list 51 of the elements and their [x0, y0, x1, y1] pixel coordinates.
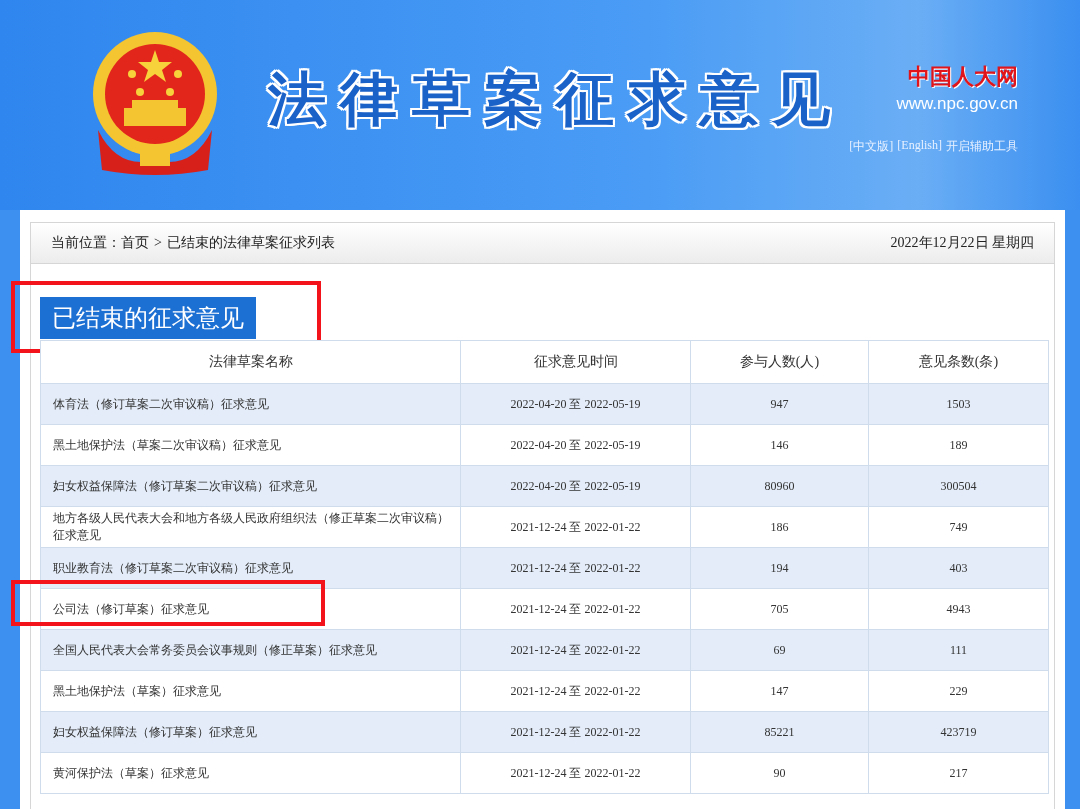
period-cell: 2021-12-24 至 2022-01-22 [460, 588, 691, 630]
period-cell: 2022-04-20 至 2022-05-19 [460, 424, 691, 466]
site-url: www.npc.gov.cn [896, 94, 1018, 114]
column-header: 法律草案名称 [40, 340, 461, 384]
column-header: 征求意见时间 [460, 340, 691, 384]
participants-cell: 147 [690, 670, 869, 712]
law-draft-link[interactable]: 黄河保护法（草案）征求意见 [40, 752, 461, 794]
column-header: 参与人数(人) [690, 340, 869, 384]
page-title: 法律草案征求意见 [268, 64, 844, 135]
comments-cell: 1503 [868, 383, 1049, 425]
participants-cell: 85221 [690, 711, 869, 753]
breadcrumb-link[interactable]: 已结束的法律草案征求列表 [166, 234, 335, 252]
period-cell: 2021-12-24 至 2022-01-22 [460, 629, 691, 671]
period-cell: 2021-12-24 至 2022-01-22 [460, 752, 691, 794]
law-draft-link[interactable]: 黑土地保护法（草案二次审议稿）征求意见 [40, 424, 461, 466]
comments-cell: 4943 [868, 588, 1049, 630]
law-draft-link[interactable]: 体育法（修订草案二次审议稿）征求意见 [40, 383, 461, 425]
comments-cell: 423719 [868, 711, 1049, 753]
comments-cell: 217 [868, 752, 1049, 794]
comments-cell: 749 [868, 506, 1049, 548]
current-date: 2022年12月22日 星期四 [890, 234, 1034, 252]
period-cell: 2021-12-24 至 2022-01-22 [460, 547, 691, 589]
participants-cell: 69 [690, 629, 869, 671]
law-draft-link[interactable]: 地方各级人民代表大会和地方各级人民政府组织法（修正草案二次审议稿）征求意见 [40, 506, 461, 548]
comments-cell: 189 [868, 424, 1049, 466]
participants-cell: 194 [690, 547, 869, 589]
participants-cell: 80960 [690, 465, 869, 507]
period-cell: 2021-12-24 至 2022-01-22 [460, 506, 691, 548]
period-cell: 2021-12-24 至 2022-01-22 [460, 670, 691, 712]
comments-cell: 403 [868, 547, 1049, 589]
breadcrumb-label: 当前位置： [51, 234, 121, 252]
participants-cell: 186 [690, 506, 869, 548]
period-cell: 2021-12-24 至 2022-01-22 [460, 711, 691, 753]
law-draft-link[interactable]: 公司法（修订草案）征求意见 [40, 588, 461, 630]
law-draft-link[interactable]: 全国人民代表大会常务委员会议事规则（修正草案）征求意见 [40, 629, 461, 671]
breadcrumb-link[interactable]: 首页 [121, 234, 149, 252]
section-title: 已结束的征求意见 [40, 297, 256, 339]
law-draft-link[interactable]: 妇女权益保障法（修订草案二次审议稿）征求意见 [40, 465, 461, 507]
comments-cell: 300504 [868, 465, 1049, 507]
participants-cell: 90 [690, 752, 869, 794]
period-cell: 2022-04-20 至 2022-05-19 [460, 383, 691, 425]
period-cell: 2022-04-20 至 2022-05-19 [460, 465, 691, 507]
column-header: 意见条数(条) [868, 340, 1049, 384]
participants-cell: 947 [690, 383, 869, 425]
comments-cell: 111 [868, 629, 1049, 671]
comments-cell: 229 [868, 670, 1049, 712]
law-draft-link[interactable]: 黑土地保护法（草案）征求意见 [40, 670, 461, 712]
participants-cell: 146 [690, 424, 869, 466]
law-draft-link[interactable]: 妇女权益保障法（修订草案）征求意见 [40, 711, 461, 753]
breadcrumb-separator: > [154, 235, 162, 251]
participants-cell: 705 [690, 588, 869, 630]
